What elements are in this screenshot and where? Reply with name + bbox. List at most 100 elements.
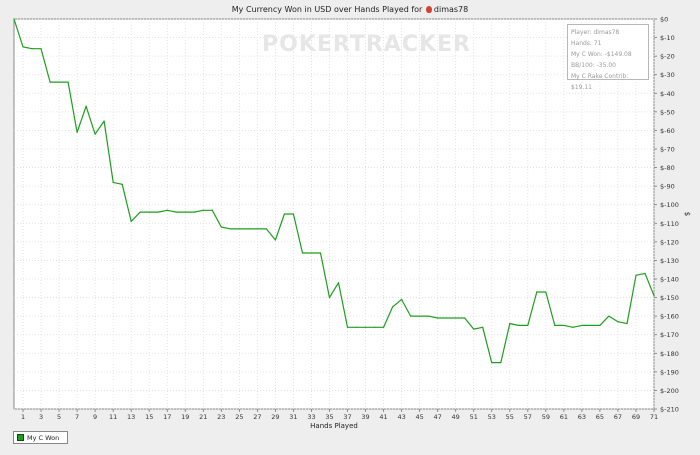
x-tick-label: 33 [307, 413, 315, 421]
plot-background [13, 18, 655, 410]
y-tick-label: $-170 [660, 331, 679, 339]
x-tick-label: 21 [199, 413, 207, 421]
x-tick-label: 41 [379, 413, 387, 421]
data-point [13, 18, 15, 20]
y-tick-label: $-50 [660, 108, 675, 116]
data-point [355, 326, 358, 328]
x-tick-label: 13 [127, 413, 135, 421]
data-point [193, 211, 195, 213]
y-tick-label: $0 [660, 16, 668, 24]
x-tick-label: 25 [235, 413, 243, 421]
data-point [410, 315, 412, 317]
y-tick-label: $-150 [660, 294, 679, 302]
data-point [121, 183, 123, 185]
data-point [590, 324, 592, 327]
data-point [437, 317, 439, 319]
x-tick-label: 17 [163, 413, 171, 421]
y-tick-label: $-200 [660, 387, 679, 395]
data-point [283, 213, 286, 215]
data-point [328, 296, 331, 299]
x-tick-label: 45 [415, 413, 423, 421]
x-tick-label: 1 [21, 413, 25, 421]
x-tick-label: 47 [434, 413, 442, 421]
x-tick-label: 29 [271, 413, 279, 421]
data-point [653, 295, 655, 297]
y-tick-label: $-120 [660, 238, 679, 246]
data-point [256, 228, 258, 230]
data-point [455, 317, 457, 319]
data-point [364, 326, 367, 328]
data-point [536, 291, 538, 293]
data-point [94, 133, 96, 135]
data-point [617, 321, 619, 323]
x-tick-label: 71 [650, 413, 658, 421]
data-point [22, 46, 24, 48]
player-info-box: Player: dimas78 Hands: 71 My C Won: -$14… [567, 24, 649, 91]
data-point [373, 326, 376, 328]
data-point [103, 120, 105, 122]
data-point [157, 211, 159, 213]
data-point [554, 324, 556, 327]
data-point [391, 306, 394, 308]
data-point [319, 252, 322, 254]
x-tick-label: 11 [109, 413, 117, 421]
data-point [184, 211, 186, 213]
data-point [175, 211, 177, 213]
x-tick-label: 9 [93, 413, 97, 421]
x-tick-label: 51 [470, 413, 478, 421]
y-tick-label: $-90 [660, 183, 675, 191]
x-tick-label: 63 [578, 413, 586, 421]
x-axis-label: Hands Played [310, 422, 358, 430]
info-line: Player: dimas78 [571, 29, 620, 36]
x-tick-label: 3 [39, 413, 43, 421]
y-tick-label: $-130 [660, 257, 679, 265]
y-tick-label: $-190 [660, 368, 679, 376]
x-tick-label: 7 [75, 413, 79, 421]
data-point [527, 324, 529, 327]
legend-label: My C Won [27, 433, 60, 442]
x-tick-label: 49 [452, 413, 460, 421]
x-tick-label: 43 [397, 413, 405, 421]
info-line: My C Rake Contrib: $19.11 [571, 73, 629, 91]
data-point [626, 322, 628, 325]
data-point [599, 324, 601, 327]
data-point [545, 291, 547, 293]
data-point [148, 211, 150, 213]
data-point [202, 209, 204, 211]
x-tick-label: 53 [488, 413, 496, 421]
data-point [464, 317, 466, 319]
data-point [274, 239, 277, 241]
data-point [581, 324, 583, 327]
y-tick-label: $-210 [660, 406, 679, 414]
x-tick-label: 39 [361, 413, 369, 421]
data-point [346, 326, 349, 328]
info-line: BB/100: -35.00 [571, 62, 616, 69]
y-tick-label: $-80 [660, 164, 675, 172]
data-point [211, 209, 213, 211]
x-tick-label: 35 [325, 413, 333, 421]
data-point [500, 361, 502, 364]
data-point [635, 274, 637, 276]
data-point [644, 272, 646, 275]
data-point [112, 181, 114, 184]
x-tick-label: 69 [632, 413, 640, 421]
x-tick-label: 67 [614, 413, 622, 421]
data-point [139, 211, 141, 213]
data-point [563, 324, 565, 327]
x-tick-label: 37 [343, 413, 351, 421]
data-point [166, 209, 168, 211]
data-point [518, 324, 520, 327]
y-tick-label: $-140 [660, 276, 679, 284]
y-tick-label: $-110 [660, 220, 679, 228]
x-tick-label: 55 [506, 413, 514, 421]
legend-swatch [17, 434, 24, 441]
data-point [509, 322, 511, 325]
data-point [247, 228, 249, 230]
data-point [76, 131, 78, 133]
data-point [49, 81, 51, 83]
y-tick-label: $-20 [660, 53, 675, 61]
data-point [482, 326, 484, 328]
x-tick-label: 27 [253, 413, 261, 421]
y-tick-label: $-40 [660, 90, 675, 98]
x-tick-label: 19 [181, 413, 189, 421]
